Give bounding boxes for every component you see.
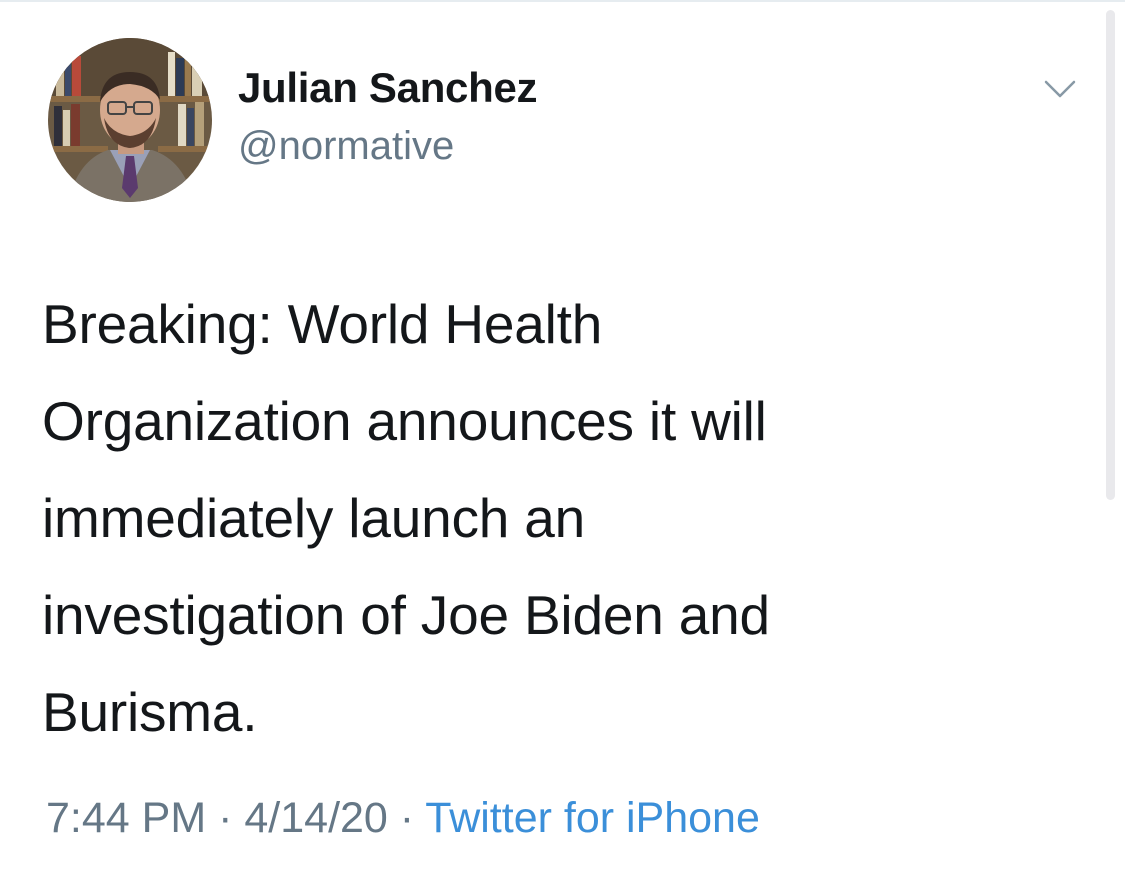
tweet-time[interactable]: 7:44 PM (46, 794, 206, 842)
chevron-down-icon[interactable] (1040, 74, 1080, 104)
avatar[interactable] (48, 38, 212, 202)
scrollbar[interactable] (1106, 10, 1115, 500)
tweet-text: Breaking: World Health Organization anno… (42, 293, 770, 743)
tweet-metadata: 7:44 PM · 4/14/20 · Twitter for iPhone (46, 794, 760, 843)
separator: · (218, 794, 233, 842)
tweet-source-link[interactable]: Twitter for iPhone (425, 794, 760, 842)
display-name[interactable]: Julian Sanchez (238, 64, 538, 112)
separator: · (399, 794, 415, 842)
top-divider (0, 0, 1125, 2)
tweet-date[interactable]: 4/14/20 (244, 794, 387, 842)
username-handle[interactable]: @normative (238, 124, 454, 169)
avatar-image (48, 38, 212, 202)
